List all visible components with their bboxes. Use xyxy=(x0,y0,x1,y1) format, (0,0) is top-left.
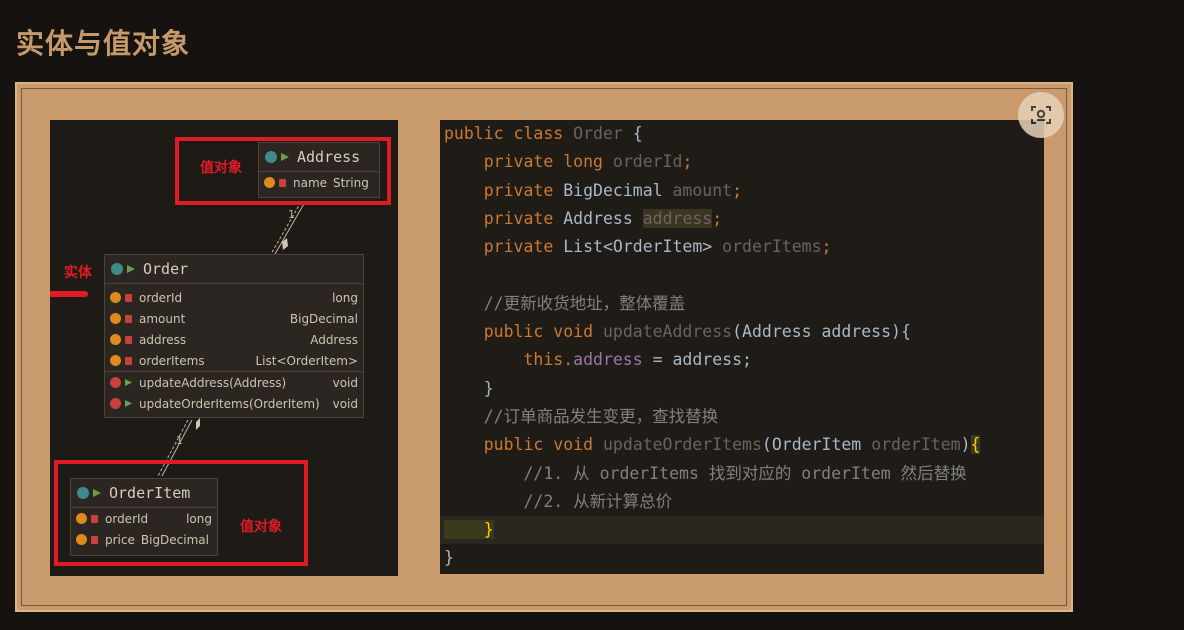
field-name: amount xyxy=(139,311,186,326)
code-line: } xyxy=(444,548,454,568)
field-row: address Address xyxy=(105,329,363,350)
method-icon xyxy=(110,398,121,409)
public-icon xyxy=(125,379,132,386)
code-line: private List<OrderItem> orderItems; xyxy=(444,237,832,257)
assoc-label-1: 1 xyxy=(288,208,295,221)
private-lock-icon xyxy=(125,356,132,365)
field-type: BigDecimal xyxy=(289,311,358,326)
field-name: orderId xyxy=(139,290,183,305)
field-type: Address xyxy=(310,332,358,347)
image-frame: 1 1 Address name String Order orderId lo… xyxy=(15,82,1073,612)
code-comment: //2. 从新计算总价 xyxy=(444,491,673,511)
code-line: public void updateAddress(Address addres… xyxy=(444,322,911,342)
code-comment: //订单商品发生变更，查找替换 xyxy=(444,406,719,426)
code-line: public class Order { xyxy=(444,124,643,143)
value-object-label: 值对象 xyxy=(200,160,242,176)
class-name: Order xyxy=(143,260,189,278)
field-icon xyxy=(110,334,121,345)
field-type: List<OrderItem> xyxy=(255,353,358,368)
method-row: updateOrderItems(OrderItem) void xyxy=(105,393,363,414)
public-icon xyxy=(127,265,135,273)
entity-marker xyxy=(50,291,88,297)
method-row: updateAddress(Address) void xyxy=(105,372,363,393)
private-lock-icon xyxy=(125,293,132,302)
value-object-label: 值对象 xyxy=(240,519,282,535)
entity-label: 实体 xyxy=(64,265,92,281)
field-row: orderItems List<OrderItem> xyxy=(105,350,363,371)
zoom-image-button[interactable] xyxy=(1018,92,1064,138)
code-line: this.address = address; xyxy=(444,350,752,370)
field-icon xyxy=(110,292,121,303)
method-type: void xyxy=(332,396,358,411)
field-row: orderId long xyxy=(105,287,363,308)
method-name: updateOrderItems(OrderItem) xyxy=(139,396,320,411)
code-line: } xyxy=(444,378,494,398)
code-line-current: } xyxy=(440,516,1044,545)
field-icon xyxy=(110,355,121,366)
field-name: orderItems xyxy=(139,353,205,368)
code-line: private long orderId; xyxy=(444,152,693,172)
field-row: amount BigDecimal xyxy=(105,308,363,329)
value-object-highlight xyxy=(54,460,308,566)
code-comment: //更新收货地址，整体覆盖 xyxy=(444,293,686,313)
uml-diagram: 1 1 Address name String Order orderId lo… xyxy=(50,120,398,576)
method-name: updateAddress(Address) xyxy=(139,375,287,390)
field-name: address xyxy=(139,332,187,347)
code-panel: public class Order { private long orderI… xyxy=(440,120,1044,574)
uml-class-order[interactable]: Order orderId long amount BigDecimal add… xyxy=(104,254,364,418)
code-comment: //1. 从 orderItems 找到对应的 orderItem 然后替换 xyxy=(444,463,967,483)
scan-icon xyxy=(1031,106,1051,124)
composition-diamond-icon xyxy=(196,418,200,430)
field-icon xyxy=(110,313,121,324)
assoc-label-1: 1 xyxy=(176,434,183,447)
public-icon xyxy=(125,400,132,407)
code-line: public void updateOrderItems(OrderItem o… xyxy=(444,435,981,455)
code-line: private BigDecimal amount; xyxy=(444,180,743,200)
class-icon xyxy=(111,263,123,275)
field-type: long xyxy=(332,290,358,305)
method-icon xyxy=(110,377,121,388)
private-lock-icon xyxy=(125,314,132,323)
page-title: 实体与值对象 xyxy=(16,27,191,60)
private-lock-icon xyxy=(125,335,132,344)
method-type: void xyxy=(332,375,358,390)
code-line: private Address address; xyxy=(444,208,723,228)
